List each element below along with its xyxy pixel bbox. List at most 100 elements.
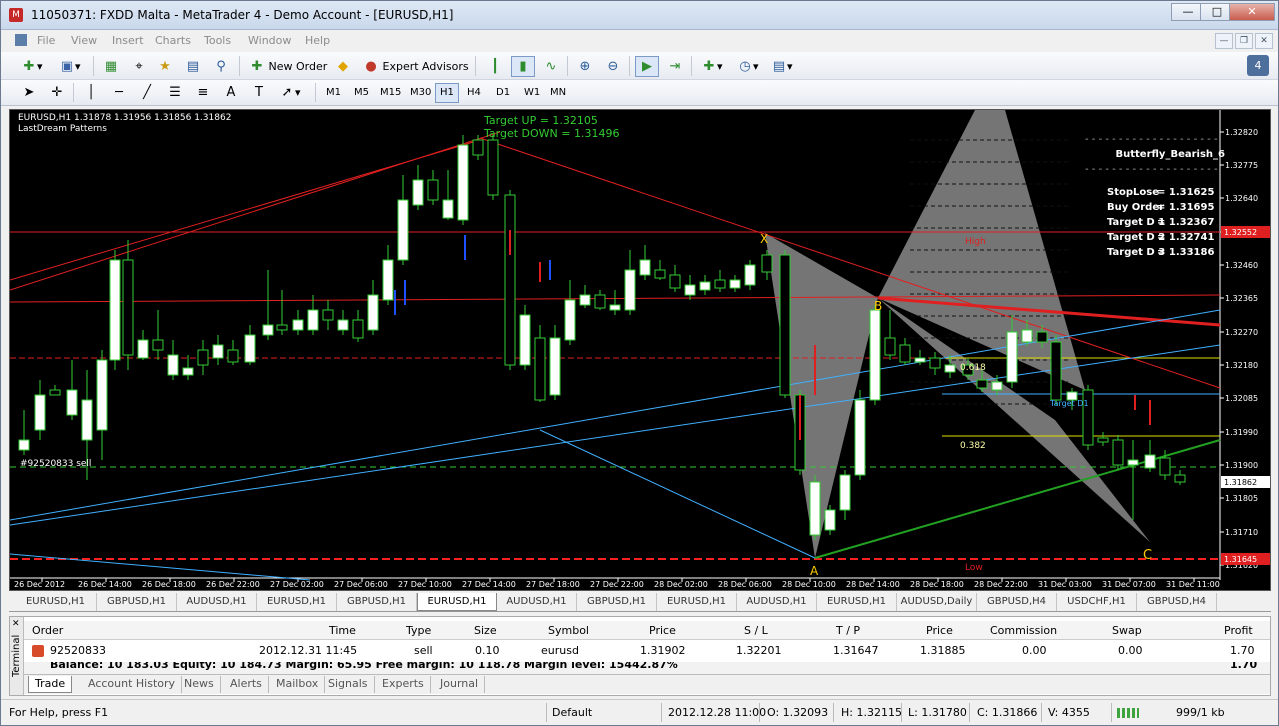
chart-tab[interactable]: GBPUSD,H1: [577, 593, 657, 611]
terminal-button[interactable]: ▤: [181, 56, 205, 77]
candle-body: [262, 324, 274, 336]
chat-icon[interactable]: 4: [1247, 55, 1269, 76]
timeframe-m30[interactable]: M30: [405, 83, 436, 103]
periods-button[interactable]: ◷ ▾: [733, 56, 763, 77]
indicators-button[interactable]: ✚ ▾: [697, 56, 727, 77]
timeframe-h1[interactable]: H1: [435, 83, 459, 103]
chart-shift-button[interactable]: ⇥: [663, 56, 687, 77]
equidistant-channel-tool[interactable]: ☰: [163, 82, 187, 103]
candlestick-button[interactable]: ▮: [511, 56, 535, 77]
col-price[interactable]: Price: [649, 624, 676, 637]
new-chart-button[interactable]: ✚ ▾: [17, 56, 47, 77]
market-watch-button[interactable]: ▦: [99, 56, 123, 77]
chart-tab[interactable]: AUDUSD,H1: [177, 593, 257, 611]
menu-window[interactable]: Window: [248, 34, 291, 47]
text-label-tool[interactable]: T: [247, 82, 271, 103]
menu-help[interactable]: Help: [305, 34, 330, 47]
chart-tab[interactable]: AUDUSD,H1: [737, 593, 817, 611]
metaeditor-button[interactable]: ◆: [331, 56, 355, 77]
data-window-button[interactable]: ⌖: [127, 56, 151, 77]
chart-tab[interactable]: EURUSD,H1: [817, 593, 897, 611]
menu-charts[interactable]: Charts: [155, 34, 191, 47]
crosshair-tool[interactable]: ✛: [45, 82, 69, 103]
col-profit[interactable]: Profit: [1224, 624, 1253, 637]
terminal-tab[interactable]: Signals: [322, 676, 375, 693]
trendline-tool[interactable]: ╱: [135, 82, 159, 103]
zoom-in-button[interactable]: ⊕: [573, 56, 597, 77]
new-order-button[interactable]: ✚ New Order: [245, 56, 331, 77]
timeframe-h4[interactable]: H4: [462, 83, 486, 103]
col-symbol[interactable]: Symbol: [548, 624, 589, 637]
menu-file[interactable]: File: [37, 34, 55, 47]
line-chart-button[interactable]: ∿: [539, 56, 563, 77]
bar-chart-icon: ┃: [491, 59, 499, 74]
close-button[interactable]: ✕: [1229, 3, 1275, 21]
terminal-tab[interactable]: News: [178, 676, 221, 693]
navigator-button[interactable]: ★: [153, 56, 177, 77]
col-size[interactable]: Size: [474, 624, 497, 637]
candle-body: [824, 509, 836, 531]
terminal-tab[interactable]: Account History: [82, 676, 183, 693]
mdi-minimize-button[interactable]: —: [1215, 33, 1233, 49]
col-time[interactable]: Time: [329, 624, 356, 637]
bar-chart-button[interactable]: ┃: [483, 56, 507, 77]
zoom-out-button[interactable]: ⊖: [601, 56, 625, 77]
arrows-tool[interactable]: ➚ ▾: [275, 82, 305, 103]
col-sl[interactable]: S / L: [744, 624, 768, 637]
chart-tab[interactable]: GBPUSD,H4: [977, 593, 1057, 611]
time-tick-label: 26 Dec 2012: [14, 580, 65, 589]
table-row[interactable]: 92520833 2012.12.31 11:45 sell 0.10 euru…: [24, 642, 1270, 661]
terminal-tab[interactable]: Trade: [28, 676, 73, 693]
text-tool[interactable]: A: [219, 82, 243, 103]
chart-tab[interactable]: GBPUSD,H4: [1137, 593, 1217, 611]
timeframe-mn[interactable]: MN: [545, 83, 571, 103]
candle-body: [1174, 474, 1186, 483]
cursor-tool[interactable]: ➤: [17, 82, 41, 103]
mdi-close-button[interactable]: ✕: [1255, 33, 1273, 49]
chart-tab[interactable]: EURUSD,H1: [15, 593, 97, 611]
chart-tab[interactable]: EURUSD,H1: [417, 593, 497, 611]
menu-view[interactable]: View: [71, 34, 97, 47]
vertical-line-tool[interactable]: │: [79, 82, 103, 103]
profiles-button[interactable]: ▣ ▾: [55, 56, 85, 77]
price-chart[interactable]: 1.328201.327751.326401.325501.324601.323…: [9, 109, 1271, 591]
templates-button[interactable]: ▤ ▾: [767, 56, 797, 77]
timeframe-m15[interactable]: M15: [375, 83, 406, 103]
col-swap[interactable]: Swap: [1112, 624, 1142, 637]
time-tick-label: 28 Dec 02:00: [654, 580, 708, 589]
chart-tab[interactable]: GBPUSD,H1: [337, 593, 417, 611]
terminal-tab[interactable]: Mailbox: [270, 676, 326, 693]
strategy-tester-button[interactable]: ⚲: [209, 56, 233, 77]
terminal-close-icon[interactable]: ✕: [12, 619, 22, 629]
chart-tab[interactable]: GBPUSD,H1: [97, 593, 177, 611]
horizontal-line-tool[interactable]: ─: [107, 82, 131, 103]
candle-body: [137, 339, 149, 359]
pattern-info-panel: - - - - - - - - - - - - - - - - - - - - …: [1085, 134, 1225, 258]
chart-tab[interactable]: USDCHF,H1: [1057, 593, 1137, 611]
chart-tab[interactable]: EURUSD,H1: [257, 593, 337, 611]
new-order-label: New Order: [268, 60, 328, 73]
mdi-restore-button[interactable]: ❐: [1235, 33, 1253, 49]
col-order[interactable]: Order: [32, 624, 63, 637]
timeframe-m1[interactable]: M1: [321, 83, 346, 103]
auto-scroll-button[interactable]: ▶: [635, 56, 659, 77]
chart-tab[interactable]: EURUSD,H1: [657, 593, 737, 611]
terminal-tab[interactable]: Journal: [434, 676, 486, 693]
timeframe-w1[interactable]: W1: [519, 83, 545, 103]
col-current-price[interactable]: Price: [926, 624, 953, 637]
timeframe-m5[interactable]: M5: [349, 83, 374, 103]
expert-advisors-button[interactable]: ● Expert Advisors: [359, 56, 473, 77]
fibonacci-tool[interactable]: ≡: [191, 82, 215, 103]
col-type[interactable]: Type: [406, 624, 431, 637]
terminal-tab[interactable]: Alerts: [224, 676, 269, 693]
col-commission[interactable]: Commission: [990, 624, 1057, 637]
col-tp[interactable]: T / P: [836, 624, 860, 637]
menu-insert[interactable]: Insert: [112, 34, 144, 47]
chart-tab[interactable]: AUDUSD,H1: [497, 593, 577, 611]
menu-tools[interactable]: Tools: [204, 34, 231, 47]
timeframe-d1[interactable]: D1: [491, 83, 515, 103]
chart-tab[interactable]: AUDUSD,Daily: [897, 593, 977, 611]
terminal-tab[interactable]: Experts: [376, 676, 431, 693]
time-tick-label: 27 Dec 22:00: [590, 580, 644, 589]
row-time: 2012.12.31 11:45: [259, 644, 358, 657]
